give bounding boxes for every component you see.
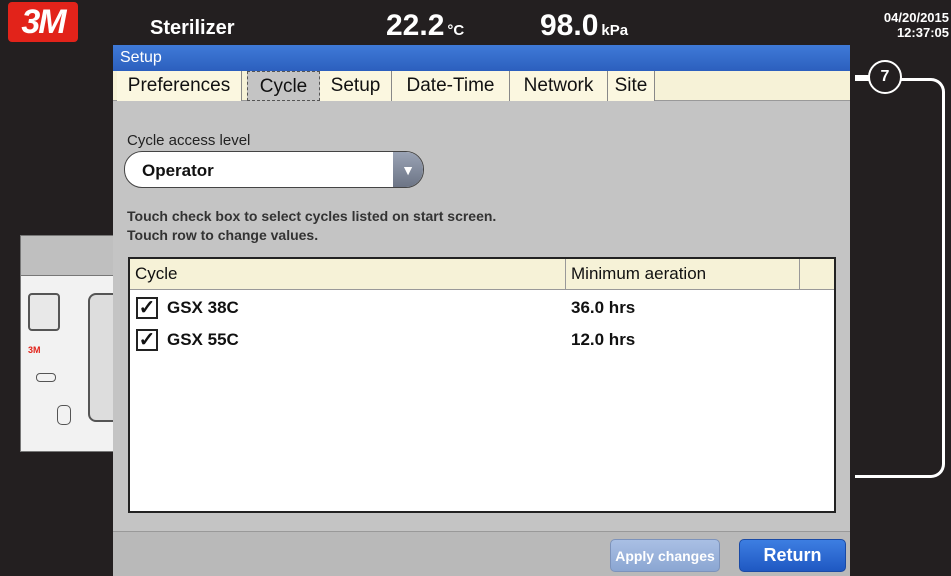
table-row[interactable]: ✓ GSX 55C 12.0 hrs	[130, 324, 834, 356]
cycle-access-label: Cycle access level	[127, 132, 251, 149]
window-title: Setup	[113, 45, 850, 71]
cycle-tab-content: Cycle access level Operator ▼ Touch chec…	[120, 102, 844, 522]
tab-bar: Preferences Cycle Setup Date-Time Networ…	[113, 71, 850, 101]
column-header-minimum-aeration: Minimum aeration	[566, 259, 800, 289]
table-row[interactable]: ✓ GSX 38C 36.0 hrs	[130, 292, 834, 324]
cycle-name-cell: GSX 38C	[167, 298, 239, 317]
dropdown-arrow-icon[interactable]: ▼	[393, 152, 423, 187]
temperature-value: 22.2	[386, 9, 445, 42]
setup-window: Setup Preferences Cycle Setup Date-Time …	[113, 45, 850, 576]
time-text: 12:37:05	[896, 25, 949, 40]
cycle-access-value: Operator	[142, 161, 214, 180]
logo-text: 3M	[21, 2, 66, 41]
return-button[interactable]: Return	[739, 539, 846, 572]
tab-setup[interactable]: Setup	[320, 71, 392, 101]
top-status-bar: 3M Sterilizer 22.2 °C 98.0 kPa 04/20/2015 …	[0, 0, 951, 44]
column-header-cycle: Cycle	[130, 259, 566, 289]
datetime-display: 04/20/2015 12:37:05	[884, 10, 949, 40]
table-header: Cycle Minimum aeration	[130, 259, 834, 290]
cycle-access-select[interactable]: Operator ▼	[124, 151, 424, 188]
column-header-spacer	[800, 259, 834, 289]
instructions-line-1: Touch check box to select cycles listed …	[127, 208, 497, 224]
temperature-readout: 22.2 °C	[386, 9, 464, 43]
row-checkbox[interactable]: ✓	[136, 329, 158, 351]
pressure-unit: kPa	[601, 22, 629, 39]
callout-number-badge: 7	[868, 60, 902, 94]
apply-changes-button[interactable]: Apply changes	[610, 539, 720, 572]
instructions-text: Touch check box to select cycles listed …	[127, 207, 496, 245]
row-checkbox[interactable]: ✓	[136, 297, 158, 319]
device-logo-badge: 3M	[28, 345, 41, 355]
sterilizer-illustration: 3M	[0, 235, 122, 452]
device-slot	[36, 373, 56, 382]
aeration-cell: 36.0 hrs	[571, 298, 636, 317]
device-title: Sterilizer	[150, 17, 235, 39]
pressure-readout: 98.0 kPa	[540, 9, 628, 43]
aeration-cell: 12.0 hrs	[571, 330, 636, 349]
device-window	[28, 293, 60, 331]
tab-preferences[interactable]: Preferences	[117, 71, 242, 101]
temperature-unit: °C	[447, 22, 465, 39]
callout-bracket	[855, 78, 945, 478]
cycle-table: Cycle Minimum aeration ✓ GSX 38C 36.0 hr…	[128, 257, 836, 513]
pressure-value: 98.0	[540, 9, 599, 42]
device-top-panel	[20, 235, 117, 277]
date-text: 04/20/2015	[883, 10, 949, 25]
tab-date-time[interactable]: Date-Time	[392, 71, 510, 101]
cycle-name-cell: GSX 55C	[167, 330, 239, 349]
instructions-line-2: Touch row to change values.	[127, 227, 319, 243]
tab-network[interactable]: Network	[510, 71, 608, 101]
brand-logo: 3M	[8, 2, 78, 42]
button-footer: Apply changes Return	[113, 531, 850, 576]
tab-cycle[interactable]: Cycle	[247, 71, 320, 101]
device-lock-icon	[57, 405, 71, 425]
tab-site[interactable]: Site	[608, 71, 655, 101]
